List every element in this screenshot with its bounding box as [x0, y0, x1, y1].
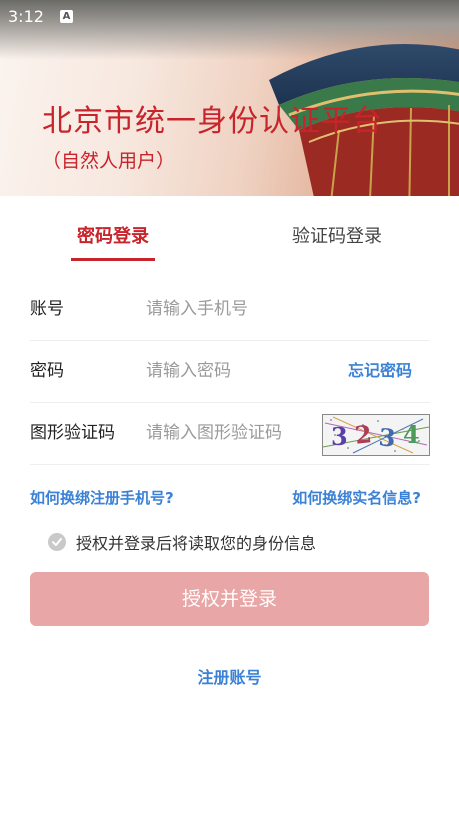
- page-subtitle: （自然人用户）: [42, 150, 176, 172]
- tab-code-login[interactable]: 验证码登录: [282, 222, 392, 262]
- account-label: 账号: [30, 299, 64, 319]
- consent-row: 授权并登录后将读取您的身份信息: [48, 530, 316, 554]
- check-icon: [52, 538, 62, 546]
- password-input[interactable]: [146, 356, 316, 386]
- register-link[interactable]: 注册账号: [0, 664, 459, 688]
- captcha-char-4: 4: [403, 420, 420, 449]
- captcha-label: 图形验证码: [30, 423, 115, 443]
- account-input[interactable]: [146, 294, 316, 324]
- change-phone-link[interactable]: 如何换绑注册手机号?: [30, 487, 174, 508]
- help-links: 如何换绑注册手机号? 如何换绑实名信息?: [0, 487, 459, 509]
- captcha-image[interactable]: 3 2 3 4: [322, 414, 430, 456]
- status-time: 3:12: [8, 7, 44, 26]
- forgot-password-link[interactable]: 忘记密码: [348, 340, 412, 402]
- consent-checkbox[interactable]: [48, 533, 66, 551]
- captcha-graphic: 3 2 3 4: [323, 416, 429, 454]
- login-tabs: 密码登录 验证码登录: [0, 222, 459, 266]
- captcha-input[interactable]: [146, 418, 318, 448]
- account-row: 账号: [30, 278, 430, 341]
- password-row: 密码 忘记密码: [30, 340, 430, 403]
- password-label: 密码: [30, 361, 64, 381]
- captcha-char-3: 3: [378, 422, 397, 452]
- change-realname-link[interactable]: 如何换绑实名信息?: [292, 487, 421, 508]
- tab-password-login[interactable]: 密码登录: [71, 222, 155, 262]
- status-bar: 3:12 A: [0, 0, 459, 34]
- login-button[interactable]: 授权并登录: [30, 572, 429, 626]
- notification-icon: A: [60, 10, 73, 23]
- consent-text: 授权并登录后将读取您的身份信息: [76, 534, 317, 553]
- page-title: 北京市统一身份认证平台: [42, 104, 383, 139]
- captcha-row: 图形验证码 3 2 3 4: [30, 402, 430, 465]
- captcha-char-1: 3: [331, 422, 348, 451]
- active-tab-indicator: [71, 258, 155, 261]
- captcha-char-2: 2: [353, 419, 373, 450]
